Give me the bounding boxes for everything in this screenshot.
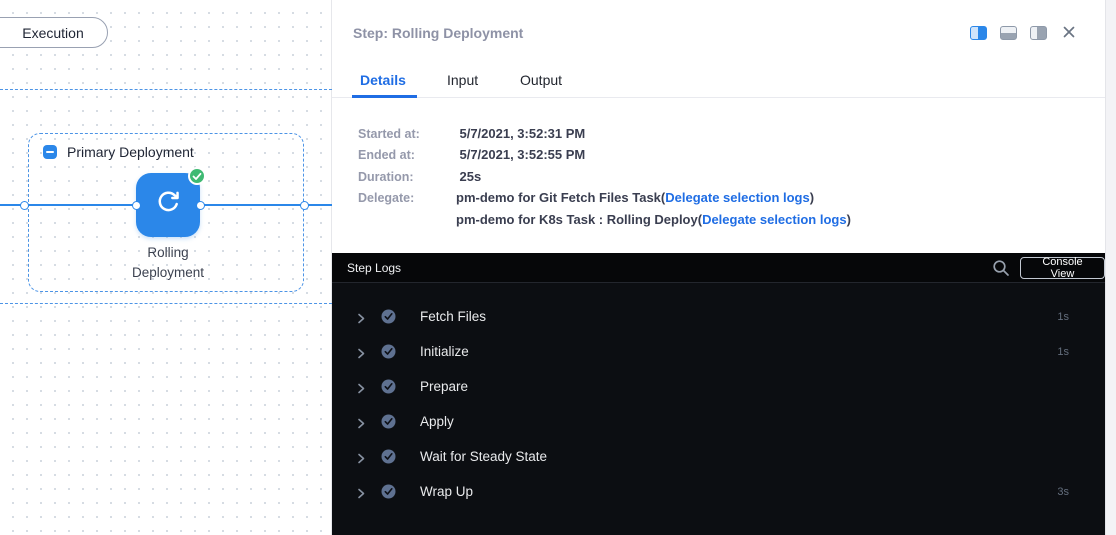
- log-row-prepare[interactable]: Prepare: [332, 369, 1105, 404]
- layout-split-bottom-icon[interactable]: [1000, 26, 1017, 40]
- log-row-label: Apply: [420, 414, 454, 429]
- execution-canvas[interactable]: Execution Primary Deployment Roll: [0, 0, 332, 535]
- check-circle-icon: [381, 309, 396, 324]
- chevron-right-icon[interactable]: [356, 381, 366, 392]
- log-row-label: Wrap Up: [420, 484, 473, 499]
- log-row-wait-for-steady-state[interactable]: Wait for Steady State: [332, 439, 1105, 474]
- detail-row-duration: Duration: 25s: [358, 169, 481, 184]
- layout-split-right-icon[interactable]: [970, 26, 987, 40]
- chevron-right-icon[interactable]: [356, 346, 366, 357]
- log-row-duration: 3s: [1057, 486, 1069, 498]
- log-rows: Fetch Files 1s Initialize 1s Prepare: [332, 283, 1105, 509]
- delegate-line: pm-demo for Git Fetch Files Task(Delegat…: [456, 190, 814, 205]
- step-logs-panel: Step Logs Console View Fetch Files 1s: [332, 253, 1105, 535]
- log-row-label: Prepare: [420, 379, 468, 394]
- check-circle-icon: [381, 344, 396, 359]
- step-logs-header: Step Logs Console View: [332, 253, 1105, 283]
- tab-details[interactable]: Details: [360, 72, 406, 88]
- step-details-panel: Step: Rolling Deployment Details Input O…: [332, 0, 1105, 535]
- layout-drawer-right-icon[interactable]: [1030, 26, 1047, 40]
- collapse-group-icon[interactable]: [43, 145, 57, 159]
- detail-label: Duration:: [358, 170, 456, 184]
- detail-value: 5/7/2021, 3:52:55 PM: [459, 147, 585, 162]
- log-row-fetch-files[interactable]: Fetch Files 1s: [332, 299, 1105, 334]
- panel-title: Step: Rolling Deployment: [353, 25, 523, 41]
- log-row-wrap-up[interactable]: Wrap Up 3s: [332, 474, 1105, 509]
- connector-dot[interactable]: [132, 201, 141, 210]
- connector-dot[interactable]: [300, 201, 309, 210]
- tab-output[interactable]: Output: [520, 72, 562, 88]
- detail-label: Delegate:: [358, 191, 456, 205]
- log-row-initialize[interactable]: Initialize 1s: [332, 334, 1105, 369]
- log-row-duration: 1s: [1057, 346, 1069, 358]
- console-view-button[interactable]: Console View: [1020, 257, 1105, 279]
- detail-row-ended: Ended at: 5/7/2021, 3:52:55 PM: [358, 147, 585, 162]
- stage-group-label: Primary Deployment: [67, 144, 194, 160]
- log-row-apply[interactable]: Apply: [332, 404, 1105, 439]
- execution-breadcrumb-pill[interactable]: Execution: [0, 17, 108, 48]
- detail-value: 25s: [459, 169, 481, 184]
- stage-boundary-top: [0, 89, 332, 90]
- chevron-right-icon[interactable]: [356, 486, 366, 497]
- check-circle-icon: [381, 449, 396, 464]
- log-row-label: Wait for Steady State: [420, 449, 547, 464]
- detail-value: 5/7/2021, 3:52:31 PM: [459, 126, 585, 141]
- connector-dot[interactable]: [20, 201, 29, 210]
- connector-dot[interactable]: [196, 201, 205, 210]
- pipeline-execution-view: Execution Primary Deployment Roll: [0, 0, 1116, 535]
- search-icon[interactable]: [992, 259, 1010, 282]
- check-circle-icon: [381, 484, 396, 499]
- delegate-selection-logs-link[interactable]: Delegate selection logs: [665, 190, 810, 205]
- log-row-duration: 1s: [1057, 311, 1069, 323]
- active-tab-underline: [352, 95, 417, 98]
- tab-input[interactable]: Input: [447, 72, 478, 88]
- detail-label: Started at:: [358, 127, 456, 141]
- scrollbar-gutter[interactable]: [1105, 0, 1116, 535]
- stage-boundary-bottom: [0, 303, 332, 304]
- panel-layout-toggles: [970, 26, 1047, 40]
- close-icon[interactable]: [1062, 25, 1078, 41]
- log-row-label: Fetch Files: [420, 309, 486, 324]
- chevron-right-icon[interactable]: [356, 311, 366, 322]
- step-node-label: Rolling Deployment: [96, 243, 240, 283]
- delegate-line: pm-demo for K8s Task : Rolling Deploy(De…: [456, 212, 851, 227]
- detail-row-delegate: Delegate:: [358, 191, 456, 205]
- log-row-label: Initialize: [420, 344, 469, 359]
- check-circle-icon: [381, 379, 396, 394]
- execution-breadcrumb-label: Execution: [22, 25, 83, 41]
- detail-label: Ended at:: [358, 148, 456, 162]
- step-success-badge-icon: [188, 167, 206, 185]
- chevron-right-icon[interactable]: [356, 451, 366, 462]
- step-logs-title: Step Logs: [347, 261, 401, 275]
- chevron-right-icon[interactable]: [356, 416, 366, 427]
- detail-row-started: Started at: 5/7/2021, 3:52:31 PM: [358, 126, 585, 141]
- panel-tabs: Details Input Output: [332, 66, 1105, 98]
- delegate-selection-logs-link[interactable]: Delegate selection logs: [702, 212, 847, 227]
- check-circle-icon: [381, 414, 396, 429]
- refresh-icon: [155, 190, 181, 221]
